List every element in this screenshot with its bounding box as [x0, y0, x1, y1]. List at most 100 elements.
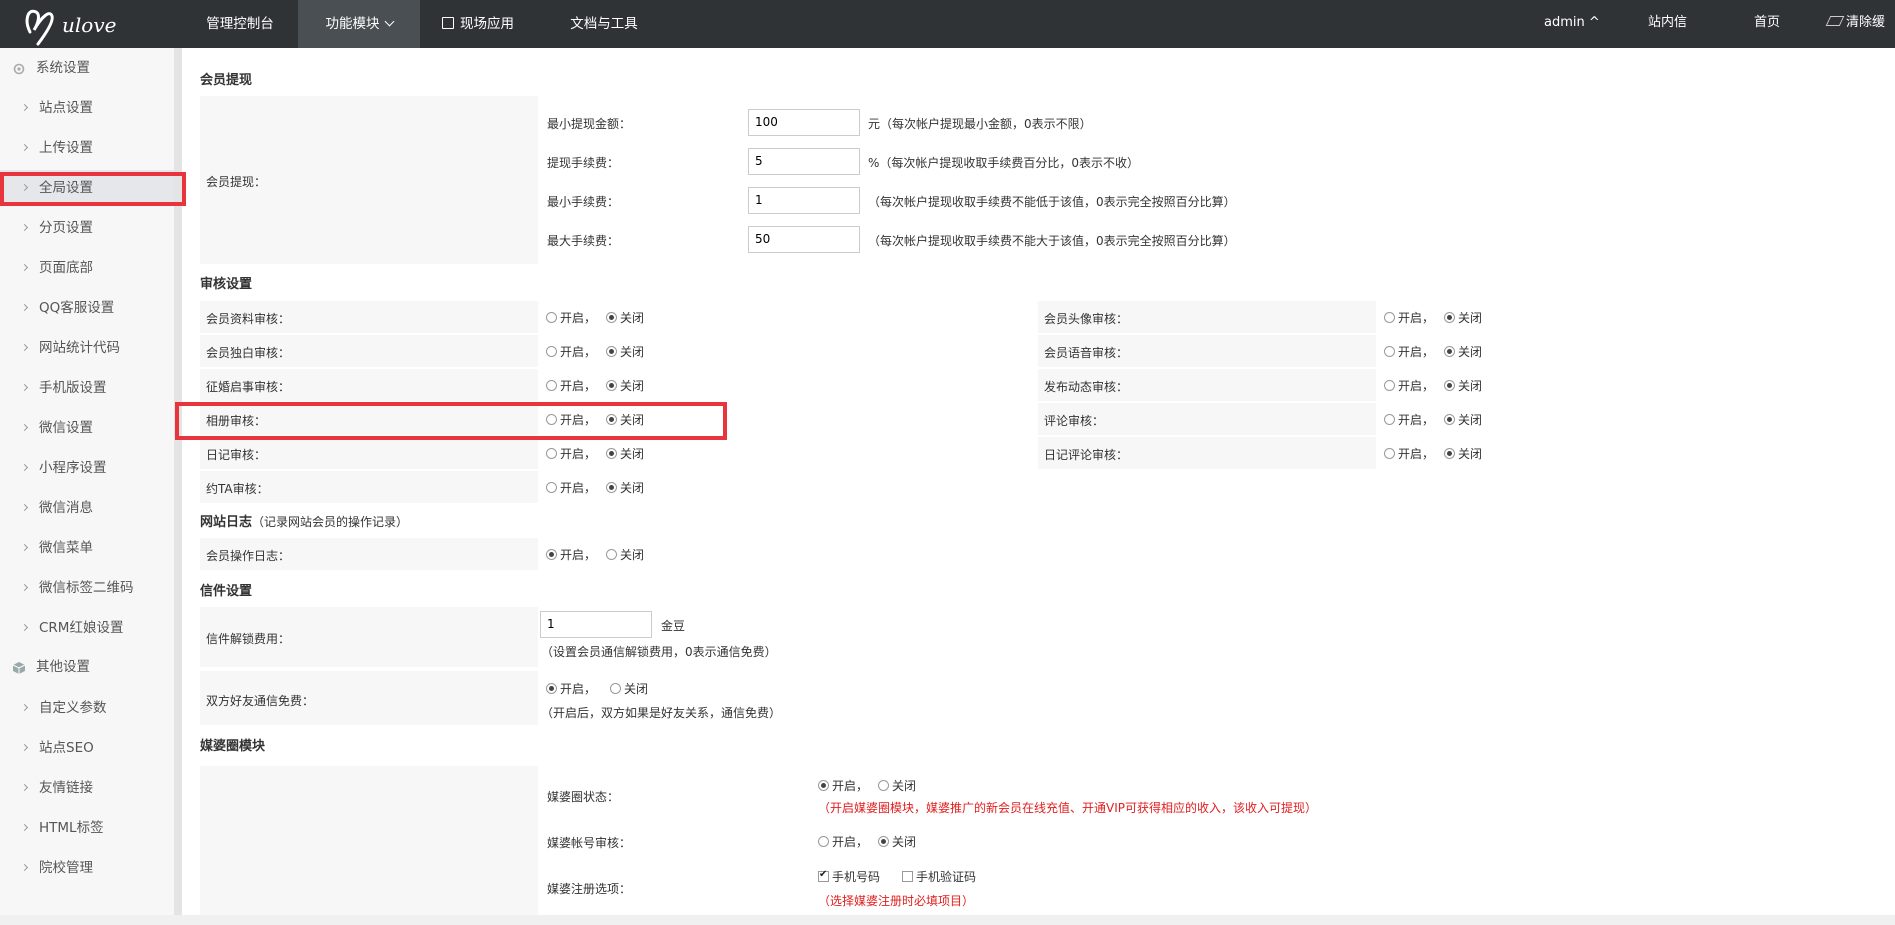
svg-text:ulove: ulove [62, 13, 116, 37]
audit-comment-on[interactable]: 开启， [1384, 411, 1434, 428]
section-title-withdraw: 会员提现 [200, 73, 253, 88]
nav-console[interactable]: 管理控制台 [180, 0, 300, 48]
home-label: 首页 [1754, 15, 1781, 30]
logo[interactable]: ulove [22, 2, 152, 46]
radio-label: 关闭 [620, 447, 645, 461]
audit-diary-comment-on[interactable]: 开启， [1384, 445, 1434, 462]
withdraw-fee-note: %（每次帐户提现收取手续费百分比，0表示不收） [868, 156, 1140, 170]
max-fee-input[interactable]: 50 [748, 226, 860, 253]
matchmaker-account-off[interactable]: 关闭 [878, 833, 916, 850]
nav-live-apps[interactable]: 现场应用 [420, 0, 536, 48]
audit-date-off[interactable]: 关闭 [606, 479, 644, 496]
sidebar-group-other[interactable]: 其他设置 [0, 647, 174, 687]
radio-icon [1384, 346, 1395, 357]
nav-docs-tools[interactable]: 文档与工具 [545, 0, 663, 48]
radio-label: 关闭 [892, 835, 917, 849]
admin-menu[interactable]: admin ^ [1544, 0, 1600, 48]
sidebar-item-footer[interactable]: 页面底部 [0, 250, 174, 286]
audit-monologue-off[interactable]: 关闭 [606, 343, 644, 360]
withdraw-fee-input[interactable]: 5 [748, 148, 860, 175]
nav-modules[interactable]: 功能模块 [298, 0, 420, 48]
audit-monologue-on[interactable]: 开启， [546, 343, 596, 360]
sidebar-item-custom-params[interactable]: 自定义参数 [0, 690, 174, 726]
sidebar-item-miniprogram[interactable]: 小程序设置 [0, 450, 174, 486]
audit-date-on[interactable]: 开启， [546, 479, 596, 496]
sidebar-group-system[interactable]: 系统设置 [0, 48, 174, 88]
min-fee-input[interactable]: 1 [748, 187, 860, 214]
audit-diary-on[interactable]: 开启， [546, 445, 596, 462]
radio-label: 开启， [560, 548, 597, 562]
radio-icon [546, 380, 557, 391]
site-messages-link[interactable]: 站内信 [1648, 0, 1687, 48]
sidebar-item-wechat-menu[interactable]: 微信菜单 [0, 530, 174, 566]
radio-label: 开启， [560, 379, 597, 393]
sidebar-item-wechat[interactable]: 微信设置 [0, 410, 174, 446]
chevron-right-icon [20, 143, 29, 152]
mail-friend-on[interactable]: 开启， [546, 680, 596, 697]
sidebar-item-mobile[interactable]: 手机版设置 [0, 370, 174, 406]
sidebar-item-stats-code[interactable]: 网站统计代码 [0, 330, 174, 366]
audit-diary-comment-off[interactable]: 关闭 [1444, 445, 1482, 462]
sidebar-item-html-tags[interactable]: HTML标签 [0, 810, 174, 846]
matchmaker-account-on[interactable]: 开启， [818, 833, 868, 850]
radio-checked-icon [606, 448, 617, 459]
nav-console-label: 管理控制台 [206, 16, 274, 32]
sidebar-item-wechat-qrcode[interactable]: 微信标签二维码 [0, 570, 174, 606]
sidebar-item-label: 页面底部 [39, 260, 93, 276]
matchmaker-reg-sms[interactable]: 手机验证码 [902, 868, 976, 885]
min-withdraw-input[interactable]: 100 [748, 109, 860, 136]
mail-friend-off[interactable]: 关闭 [610, 680, 648, 697]
sidebar-item-wechat-message[interactable]: 微信消息 [0, 490, 174, 526]
audit-marriage-on[interactable]: 开启， [546, 377, 596, 394]
audit-avatar-off[interactable]: 关闭 [1444, 309, 1482, 326]
chevron-right-icon [20, 303, 29, 312]
audit-diary-off[interactable]: 关闭 [606, 445, 644, 462]
radio-checked-icon [606, 482, 617, 493]
radio-label: 关闭 [620, 311, 645, 325]
section-title-log: 网站日志（记录网站会员的操作记录） [200, 511, 408, 530]
audit-voice-off[interactable]: 关闭 [1444, 343, 1482, 360]
matchmaker-reg-note: （选择媒婆注册时必填项目） [818, 894, 975, 908]
sidebar-item-upload[interactable]: 上传设置 [0, 130, 174, 166]
chevron-right-icon [20, 623, 29, 632]
max-fee-label: 最大手续费： [547, 234, 620, 248]
clear-cache-button[interactable]: 清除缓存 [1825, 0, 1895, 76]
radio-label: 开启， [560, 682, 597, 696]
sidebar-item-paging[interactable]: 分页设置 [0, 210, 174, 246]
checkbox-label: 手机验证码 [916, 870, 977, 884]
sidebar-item-seo[interactable]: 站点SEO [0, 730, 174, 766]
checkbox-label: 手机号码 [832, 870, 881, 884]
checkbox-checked-icon [818, 869, 829, 882]
radio-label: 关闭 [624, 682, 649, 696]
audit-post-on[interactable]: 开启， [1384, 377, 1434, 394]
home-link[interactable]: 首页 [1754, 0, 1780, 48]
withdraw-fee-label: 提现手续费： [547, 156, 620, 170]
audit-avatar-on[interactable]: 开启， [1384, 309, 1434, 326]
audit-voice-on[interactable]: 开启， [1384, 343, 1434, 360]
audit-comment-off[interactable]: 关闭 [1444, 411, 1482, 428]
radio-label: 开启， [1398, 345, 1435, 359]
sidebar-item-schools[interactable]: 院校管理 [0, 850, 174, 886]
audit-profile-off[interactable]: 关闭 [606, 309, 644, 326]
log-off[interactable]: 关闭 [606, 546, 644, 563]
matchmaker-status-on[interactable]: 开启， [818, 777, 868, 794]
sidebar-item-site[interactable]: 站点设置 [0, 90, 174, 126]
radio-label: 关闭 [620, 379, 645, 393]
mail-unlock-input[interactable]: 1 [540, 611, 652, 638]
highlight-box-sidebar [0, 172, 186, 206]
radio-checked-icon [818, 780, 829, 791]
sidebar-item-crm[interactable]: CRM红娘设置 [0, 610, 174, 646]
sidebar-item-label: 上传设置 [39, 140, 93, 156]
matchmaker-reg-phone[interactable]: 手机号码 [818, 868, 880, 885]
audit-marriage-off[interactable]: 关闭 [606, 377, 644, 394]
matchmaker-status-off[interactable]: 关闭 [878, 777, 916, 794]
gear-icon [13, 63, 25, 75]
radio-icon [610, 683, 621, 694]
audit-post-off[interactable]: 关闭 [1444, 377, 1482, 394]
audit-profile-on[interactable]: 开启， [546, 309, 596, 326]
sidebar-item-qq-service[interactable]: QQ客服设置 [0, 290, 174, 326]
log-on[interactable]: 开启， [546, 546, 596, 563]
mail-friend-note: （开启后，双方如果是好友关系，通信免费） [541, 706, 782, 720]
audit-profile-label: 会员资料审核： [206, 312, 291, 326]
sidebar-item-links[interactable]: 友情链接 [0, 770, 174, 806]
